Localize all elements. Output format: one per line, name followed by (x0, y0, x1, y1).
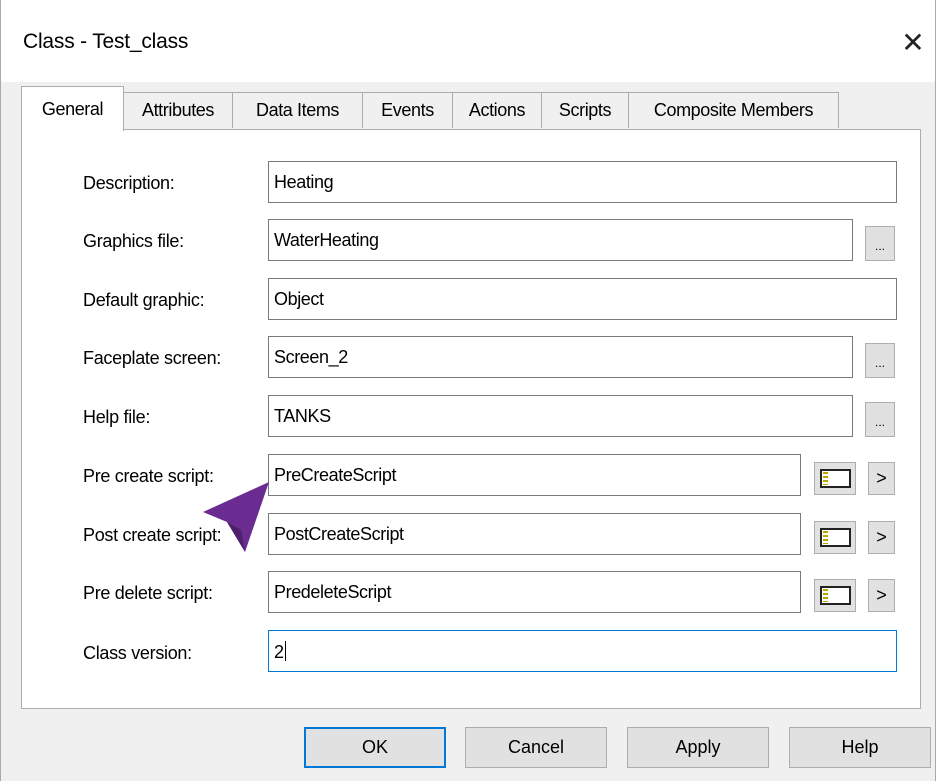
apply-button[interactable]: Apply (627, 727, 769, 768)
window-title: Class - Test_class (23, 30, 189, 53)
tab-general[interactable]: General (21, 86, 124, 131)
ok-button[interactable]: OK (304, 727, 446, 768)
tab-label: General (41, 98, 104, 119)
tab-label: Scripts (558, 100, 612, 120)
tab-composite-members[interactable]: Composite Members (628, 92, 839, 128)
graphics-file-label: Graphics file: (83, 231, 184, 251)
pre-delete-script-field[interactable]: PredeleteScript (268, 571, 801, 613)
close-button[interactable]: ✕ (897, 26, 929, 58)
class-version-field[interactable]: 2 (268, 630, 897, 672)
close-icon: ✕ (901, 26, 925, 58)
pre-delete-script-editor-button[interactable] (814, 579, 856, 612)
post-create-script-arrow-button[interactable]: > (868, 521, 895, 554)
post-create-script-field[interactable]: PostCreateScript (268, 513, 801, 555)
graphics-file-browse-button[interactable]: ... (865, 226, 895, 261)
tab-label: Composite Members (653, 100, 814, 120)
script-editor-icon (819, 586, 851, 605)
default-graphic-field[interactable]: Object (268, 278, 897, 320)
annotation-arrow-icon (203, 482, 269, 552)
tab-strip: General Attributes Data Items Events Act… (21, 86, 851, 131)
class-dialog: Class - Test_class ✕ General Attributes … (0, 0, 936, 781)
class-version-value: 2 (274, 642, 284, 662)
pre-create-script-editor-button[interactable] (814, 462, 856, 495)
default-graphic-label: Default graphic: (83, 290, 205, 310)
tab-label: Data Items (255, 100, 340, 120)
tab-attributes[interactable]: Attributes (123, 92, 233, 128)
tab-actions[interactable]: Actions (452, 92, 542, 128)
help-file-field[interactable]: TANKS (268, 395, 853, 437)
pre-create-script-field[interactable]: PreCreateScript (268, 454, 801, 496)
script-editor-icon (819, 528, 851, 547)
help-file-label: Help file: (83, 407, 151, 427)
tab-scripts[interactable]: Scripts (541, 92, 629, 128)
cancel-button[interactable]: Cancel (465, 727, 607, 768)
help-file-browse-button[interactable]: ... (865, 402, 895, 437)
post-create-script-editor-button[interactable] (814, 521, 856, 554)
class-version-label: Class version: (83, 643, 192, 663)
tab-label: Actions (468, 100, 526, 120)
pre-delete-script-label: Pre delete script: (83, 583, 213, 603)
pre-create-script-label: Pre create script: (83, 466, 214, 486)
title-bar: Class - Test_class ✕ (1, 0, 935, 82)
description-field[interactable]: Heating (268, 161, 897, 203)
faceplate-screen-field[interactable]: Screen_2 (268, 336, 853, 378)
text-caret (284, 641, 286, 661)
tab-label: Events (381, 100, 434, 120)
script-editor-icon (819, 469, 851, 488)
pre-create-script-arrow-button[interactable]: > (868, 462, 895, 495)
description-label: Description: (83, 173, 175, 193)
faceplate-screen-browse-button[interactable]: ... (865, 343, 895, 378)
tab-label: Attributes (141, 100, 215, 120)
tab-events[interactable]: Events (362, 92, 453, 128)
help-button[interactable]: Help (789, 727, 931, 768)
graphics-file-field[interactable]: WaterHeating (268, 219, 853, 261)
pre-delete-script-arrow-button[interactable]: > (868, 579, 895, 612)
faceplate-screen-label: Faceplate screen: (83, 348, 221, 368)
tab-data-items[interactable]: Data Items (232, 92, 363, 128)
